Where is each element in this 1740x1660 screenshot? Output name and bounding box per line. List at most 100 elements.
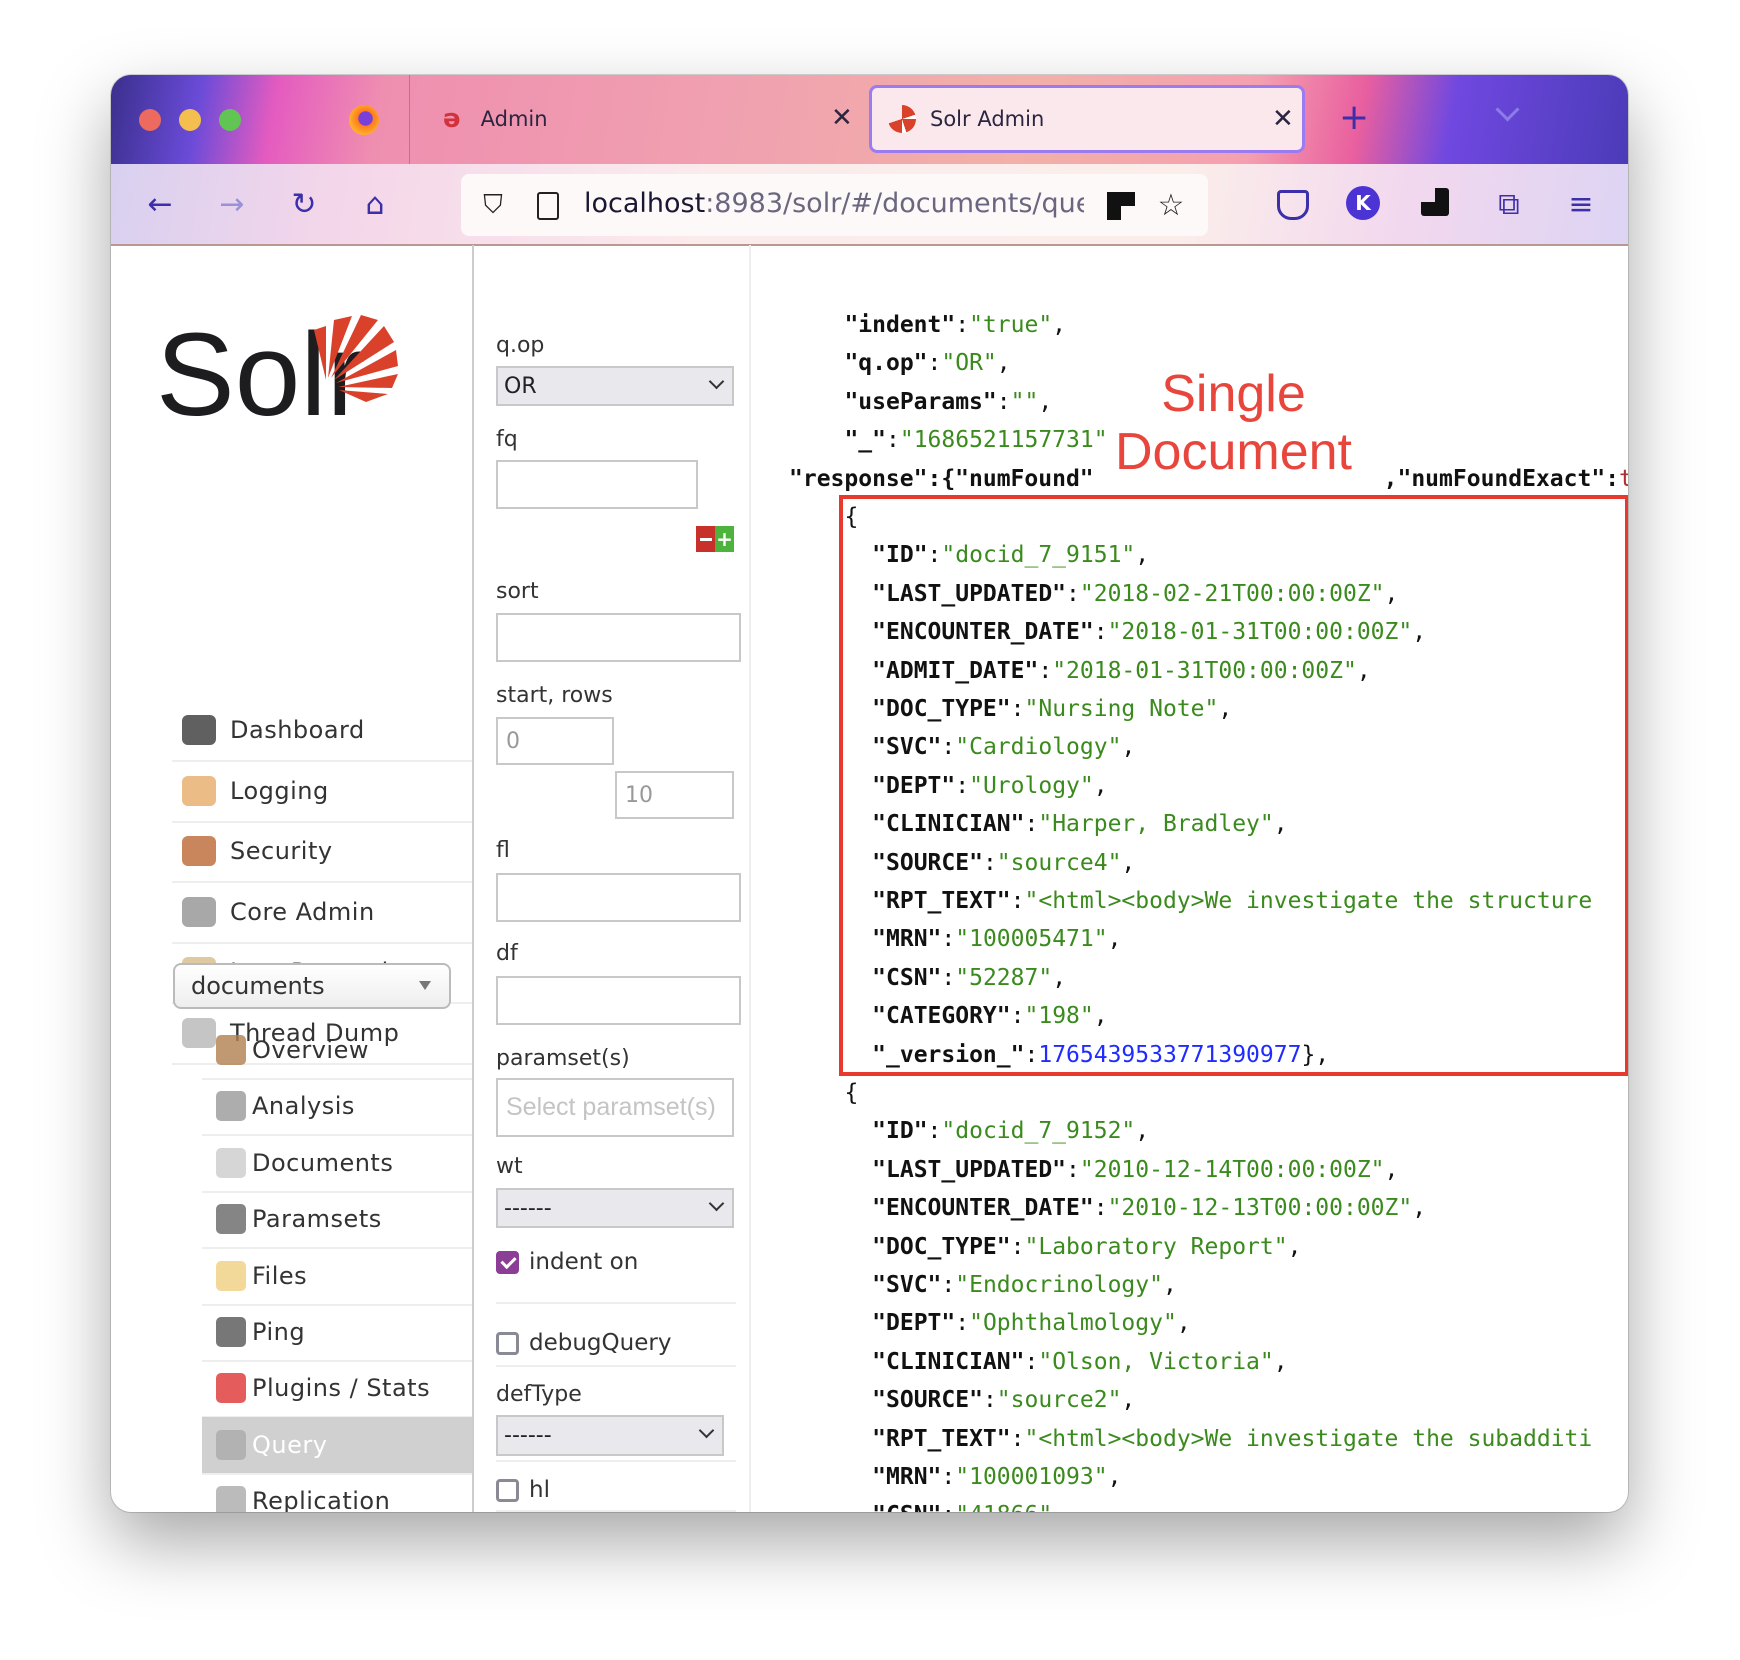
divider <box>496 1365 736 1367</box>
close-window-button[interactable] <box>139 109 161 131</box>
funnel-icon <box>216 1091 246 1122</box>
url-host: localhost <box>584 188 706 219</box>
json-value: "Endocrinology" <box>955 1272 1163 1298</box>
remove-fq-button[interactable] <box>696 526 715 552</box>
start-input[interactable]: 0 <box>496 717 614 765</box>
indent-checkbox[interactable]: indent on <box>496 1249 638 1275</box>
solr-admin-page: Solr DashboardLoggingSecurityCore AdminJ… <box>111 245 1628 1512</box>
json-param-line: "_":"1686521157731" <box>844 421 1107 459</box>
single-document-annotation: Single Document <box>1111 365 1356 481</box>
bookmark-star-icon[interactable]: ☆ <box>1151 185 1191 225</box>
paramset-select[interactable]: Select paramset(s) <box>496 1078 734 1137</box>
nav-toolbar: ← → ↻ ⌂ ⛉ localhost:8983/solr/#/document… <box>111 164 1628 246</box>
debugquery-label: debugQuery <box>529 1330 672 1356</box>
debugquery-checkbox[interactable]: debugQuery <box>496 1330 671 1356</box>
reload-icon[interactable]: ↻ <box>284 184 324 224</box>
security-icon <box>182 836 216 866</box>
extensions-grid-icon[interactable] <box>1421 188 1449 216</box>
wt-select[interactable]: ------ <box>496 1188 734 1228</box>
json-value: "1686521157731" <box>899 427 1108 454</box>
tab-solr-admin[interactable]: Solr Admin ✕ <box>869 85 1305 153</box>
hl-checkbox[interactable]: hl <box>496 1477 550 1503</box>
close-tab-icon[interactable]: ✕ <box>831 103 853 133</box>
hl-label: hl <box>529 1477 550 1503</box>
json-doc-open: { <box>844 1074 858 1112</box>
json-value: "docid_7_9152" <box>941 1118 1136 1145</box>
dashboard-icon <box>182 715 216 745</box>
firefox-icon[interactable] <box>349 105 379 135</box>
df-input[interactable] <box>496 976 741 1025</box>
core-item-label: Paramsets <box>252 1205 382 1234</box>
json-field-line: "RPT_TEXT":"<html><body>We investigate t… <box>872 1420 1592 1458</box>
solr-favicon-icon <box>888 105 916 133</box>
core-admin-icon <box>182 896 216 927</box>
new-tab-icon[interactable]: + <box>1339 97 1369 138</box>
tab-admin[interactable]: ə Admin ✕ <box>421 85 861 153</box>
account-avatar[interactable]: K <box>1346 186 1380 220</box>
zoom-window-button[interactable] <box>219 109 241 131</box>
close-tab-icon[interactable]: ✕ <box>1272 104 1294 134</box>
tab-list-chevron-icon[interactable] <box>1495 97 1520 122</box>
core-item-paramsets[interactable]: Paramsets <box>202 1191 472 1250</box>
core-item-documents[interactable]: Documents <box>202 1135 472 1193</box>
sidebar-item-dashboard[interactable]: Dashboard <box>172 700 472 762</box>
json-colon: : <box>955 312 970 338</box>
core-item-ping[interactable]: Ping <box>202 1304 472 1362</box>
core-item-overview[interactable]: Overview <box>202 1022 472 1080</box>
core-item-files[interactable]: Files <box>202 1248 472 1306</box>
json-field-line: "CSN":"41866", <box>872 1496 1066 1512</box>
add-fq-button[interactable]: + <box>715 526 734 552</box>
pocket-icon[interactable] <box>1277 190 1309 220</box>
json-colon: : <box>927 1118 942 1145</box>
fq-input[interactable] <box>496 460 698 509</box>
json-punct: , <box>1052 1502 1066 1512</box>
json-punct: , <box>996 350 1011 377</box>
query-response-output[interactable]: "_version_":1765439533774536704}"CATEGOR… <box>749 245 1628 1512</box>
json-punct: , <box>1107 1464 1122 1490</box>
core-item-analysis[interactable]: Analysis <box>202 1078 472 1137</box>
paramsets-icon <box>216 1204 246 1235</box>
url-text[interactable]: localhost:8983/solr/#/documents/query <box>584 188 1084 219</box>
core-item-replication[interactable]: Replication <box>202 1473 472 1512</box>
deftype-select[interactable]: ------ <box>496 1415 724 1456</box>
core-selector[interactable]: documents <box>173 963 451 1009</box>
shield-icon[interactable]: ⛉ <box>473 185 513 225</box>
fl-input[interactable] <box>496 873 741 922</box>
json-colon: : <box>1010 1425 1025 1452</box>
sidebar-item-logging[interactable]: Logging <box>172 761 472 823</box>
json-value: "100001093" <box>955 1464 1108 1490</box>
url-bar[interactable]: ⛉ localhost:8983/solr/#/documents/query … <box>461 174 1208 236</box>
json-key: "CSN" <box>872 1502 941 1512</box>
checkbox-icon <box>496 1478 519 1502</box>
json-value: "Olson, Victoria" <box>1038 1348 1274 1375</box>
core-item-query[interactable]: Query <box>202 1416 472 1475</box>
checkbox-icon <box>496 1331 519 1355</box>
json-field-line: "ID":"docid_7_9152", <box>872 1112 1149 1150</box>
qr-code-icon[interactable] <box>1107 192 1135 220</box>
json-punct: , <box>1273 1348 1288 1375</box>
sidebar-item-core-admin[interactable]: Core Admin <box>172 882 472 944</box>
puzzle-extension-icon[interactable]: ⧉ <box>1489 184 1529 224</box>
sidebar-item-label: Dashboard <box>230 716 365 744</box>
home-icon[interactable]: ⌂ <box>355 184 395 224</box>
json-colon: : <box>885 427 900 454</box>
core-item-plugins-stats[interactable]: Plugins / Stats <box>202 1360 472 1419</box>
chevron-down-icon <box>708 373 725 390</box>
sort-input[interactable] <box>496 613 741 662</box>
core-selector-value: documents <box>191 972 325 1000</box>
start-rows-label: start, rows <box>496 683 613 708</box>
df-label: df <box>496 941 518 966</box>
back-icon[interactable]: ← <box>140 184 180 224</box>
minimize-window-button[interactable] <box>179 109 201 131</box>
rows-input[interactable]: 10 <box>615 771 734 819</box>
sidebar-item-security[interactable]: Security <box>172 821 472 883</box>
sidebar-item-label: Security <box>230 837 333 865</box>
qop-select[interactable]: OR <box>496 366 734 406</box>
tab-bar: ə Admin ✕ Solr Admin ✕ + <box>111 75 1628 164</box>
json-punct: , <box>1135 1118 1150 1145</box>
menu-hamburger-icon[interactable]: ≡ <box>1561 184 1601 224</box>
solr-logo[interactable]: Solr <box>156 290 416 441</box>
core-item-label: Ping <box>252 1318 306 1346</box>
json-key: "SOURCE" <box>872 1387 983 1414</box>
forward-icon[interactable]: → <box>212 184 252 224</box>
